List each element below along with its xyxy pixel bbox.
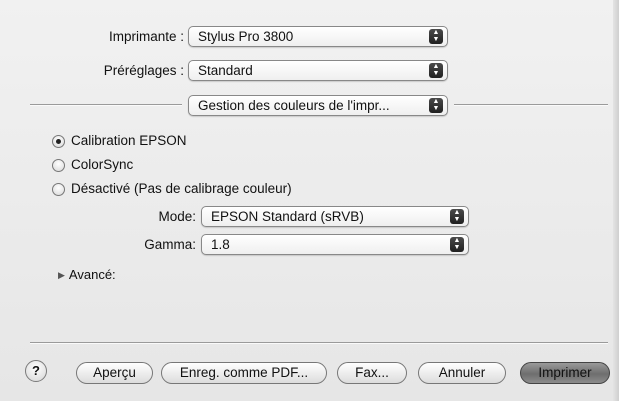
separator bbox=[30, 342, 608, 344]
mode-value: EPSON Standard (sRVB) bbox=[211, 209, 364, 224]
save-pdf-button[interactable]: Enreg. comme PDF... bbox=[161, 362, 327, 384]
print-dialog: Imprimante : Stylus Pro 3800 ▲ ▼ Prérégla… bbox=[0, 0, 619, 401]
panel-value: Gestion des couleurs de l'impr... bbox=[198, 98, 390, 113]
mode-label: Mode: bbox=[158, 209, 196, 224]
fax-button[interactable]: Fax... bbox=[337, 362, 407, 384]
help-button[interactable]: ? bbox=[25, 360, 47, 382]
dialog-frame-edge bbox=[613, 0, 619, 401]
radio-button[interactable] bbox=[52, 159, 65, 172]
print-button[interactable]: Imprimer bbox=[520, 362, 610, 384]
presets-value: Standard bbox=[198, 63, 253, 78]
popup-stepper-icon: ▲ ▼ bbox=[450, 237, 464, 252]
presets-popup[interactable]: Standard ▲ ▼ bbox=[188, 60, 448, 81]
cancel-button[interactable]: Annuler bbox=[418, 362, 506, 384]
gamma-value: 1.8 bbox=[211, 237, 230, 252]
preview-button[interactable]: Aperçu bbox=[76, 362, 153, 384]
printer-label: Imprimante : bbox=[108, 29, 184, 44]
popup-stepper-icon: ▲ ▼ bbox=[429, 29, 443, 44]
popup-stepper-icon: ▲ ▼ bbox=[429, 98, 443, 113]
printer-popup[interactable]: Stylus Pro 3800 ▲ ▼ bbox=[188, 26, 448, 47]
advanced-label: Avancé: bbox=[68, 267, 116, 282]
advanced-disclosure[interactable]: ▶ Avancé: bbox=[58, 267, 116, 282]
separator bbox=[454, 104, 608, 106]
radio-label: Désactivé (Pas de calibrage couleur) bbox=[71, 181, 292, 196]
gamma-popup[interactable]: 1.8 ▲ ▼ bbox=[201, 234, 469, 255]
radio-label: Calibration EPSON bbox=[71, 133, 187, 148]
gamma-label: Gamma: bbox=[144, 237, 196, 252]
popup-stepper-icon: ▲ ▼ bbox=[429, 63, 443, 78]
radio-button-selected[interactable] bbox=[52, 135, 65, 148]
mode-popup[interactable]: EPSON Standard (sRVB) ▲ ▼ bbox=[201, 206, 469, 227]
radio-label: ColorSync bbox=[71, 157, 134, 172]
popup-stepper-icon: ▲ ▼ bbox=[450, 209, 464, 224]
panel-popup[interactable]: Gestion des couleurs de l'impr... ▲ ▼ bbox=[188, 95, 448, 116]
separator bbox=[30, 104, 182, 106]
presets-label: Préréglages : bbox=[103, 63, 184, 78]
disclosure-triangle-icon[interactable]: ▶ bbox=[58, 270, 65, 281]
radio-button[interactable] bbox=[52, 183, 65, 196]
printer-value: Stylus Pro 3800 bbox=[198, 29, 294, 44]
